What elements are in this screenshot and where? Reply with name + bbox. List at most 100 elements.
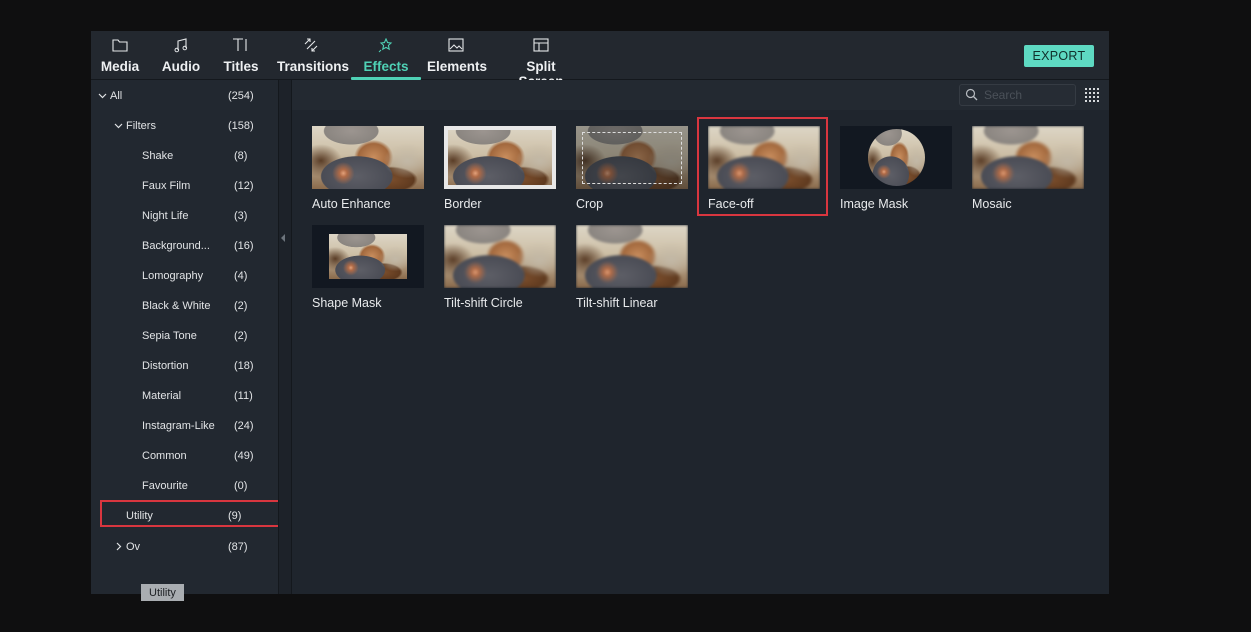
effect-label: Image Mask — [840, 197, 909, 211]
effect-thumbnail — [444, 225, 556, 288]
collapse-arrow-icon[interactable] — [281, 234, 285, 242]
sparkle-icon — [351, 37, 421, 58]
effect-thumbnail — [576, 126, 688, 189]
search-icon — [965, 88, 978, 106]
transition-arrows-icon — [277, 38, 345, 58]
effect-label: Mosaic — [972, 197, 1012, 211]
effect-thumbnail — [840, 126, 952, 189]
sidebar-item-label: Distortion — [142, 360, 189, 372]
effects-library: Search Auto Enhance Border Crop Face-off Ima… — [292, 80, 1109, 594]
sidebar-item-label: Instagram-Like — [142, 420, 215, 432]
sidebar-item-label: Sepia Tone — [142, 330, 197, 342]
image-icon — [427, 38, 485, 58]
sidebar-item-count: (8) — [234, 150, 248, 162]
music-note-icon — [161, 38, 201, 58]
effect-thumbnail — [972, 126, 1084, 189]
sidebar-item-sepia-tone[interactable]: Sepia Tone (2) — [91, 322, 278, 352]
sidebar-item-count: (4) — [234, 270, 248, 282]
sidebar-item-shake[interactable]: Shake (8) — [91, 142, 278, 172]
sidebar-item-label: Material — [142, 390, 182, 402]
tab-titles[interactable]: Titles — [222, 31, 260, 79]
effect-item-image-mask[interactable]: Image Mask — [829, 126, 952, 221]
sidebar-item-material[interactable]: Material (11) — [91, 382, 278, 412]
sidebar-item-label: Night Life — [142, 210, 189, 222]
sidebar-item-count: (49) — [234, 450, 254, 462]
sidebar-item-favourite[interactable]: Favourite (0) — [91, 472, 278, 502]
effect-label: Tilt-shift Linear — [576, 296, 658, 310]
effect-item-mosaic[interactable]: Mosaic — [961, 126, 1084, 221]
sidebar-item-ov[interactable]: Ov (87) — [91, 533, 278, 563]
effect-thumbnail — [444, 126, 556, 189]
effect-label: Crop — [576, 197, 604, 211]
effect-label: Auto Enhance — [312, 197, 391, 211]
sidebar-item-lomography[interactable]: Lomography (4) — [91, 262, 278, 292]
sidebar-item-label: Lomography — [142, 270, 204, 282]
sidebar-item-count: (2) — [234, 330, 248, 342]
chevron-down-icon[interactable] — [98, 91, 107, 103]
folder-icon — [99, 38, 141, 58]
sidebar-item-label: Faux Film — [142, 180, 191, 192]
sidebar-item-label: Background... — [142, 240, 210, 252]
sidebar-item-count: (158) — [228, 120, 254, 132]
chevron-down-icon[interactable] — [114, 121, 123, 133]
sidebar-item-label: Ov — [126, 541, 141, 553]
search-input[interactable]: Search — [959, 84, 1076, 106]
tab-transitions[interactable]: Transitions — [277, 31, 349, 79]
effect-item-tilt-shift-circle[interactable]: Tilt-shift Circle — [433, 225, 556, 320]
sidebar-item-black-white[interactable]: Black & White (2) — [91, 292, 278, 322]
tab-split-screen[interactable]: Split Screen — [503, 31, 579, 89]
effect-item-border[interactable]: Border — [433, 126, 556, 221]
sidebar-item-count: (3) — [234, 210, 248, 222]
media-toolbar: Media Audio Titles Transitions Effects E… — [91, 31, 1109, 89]
sidebar-item-count: (24) — [234, 420, 254, 432]
editor-window: Media Audio Titles Transitions Effects E… — [91, 31, 1109, 601]
effect-item-crop[interactable]: Crop — [565, 126, 688, 221]
sidebar-item-count: (12) — [234, 180, 254, 192]
tooltip: Utility — [141, 584, 184, 601]
sidebar-item-count: (11) — [234, 390, 253, 402]
sidebar-item-count: (254) — [228, 90, 254, 102]
sidebar-item-filters[interactable]: Filters (158) — [91, 112, 278, 142]
sidebar-item-common[interactable]: Common (49) — [91, 442, 278, 472]
effect-label: Tilt-shift Circle — [444, 296, 523, 310]
sidebar-item-label: All — [110, 90, 123, 102]
sidebar-item-faux-film[interactable]: Faux Film (12) — [91, 172, 278, 202]
sidebar-item-count: (16) — [234, 240, 254, 252]
layout-icon — [503, 38, 579, 58]
effect-label: Border — [444, 197, 482, 211]
tab-media[interactable]: Media — [99, 31, 141, 79]
chevron-right-icon[interactable] — [114, 542, 123, 554]
sidebar-item-label: Shake — [142, 150, 174, 162]
tab-elements[interactable]: Elements — [427, 31, 487, 79]
sidebar-item-count: (87) — [228, 541, 248, 553]
export-button[interactable]: EXPORT — [1024, 45, 1094, 67]
effect-thumbnail — [312, 225, 424, 288]
sidebar-item-count: (2) — [234, 300, 248, 312]
sidebar-item-all[interactable]: All (254) — [91, 82, 278, 112]
sidebar-item-count: (0) — [234, 480, 248, 492]
sidebar-item-background[interactable]: Background... (16) — [91, 232, 278, 262]
sidebar-item-instagram-like[interactable]: Instagram-Like (24) — [91, 412, 278, 442]
library-topbar: Search — [292, 80, 1109, 110]
effect-thumbnail — [576, 225, 688, 288]
effect-item-shape-mask[interactable]: Shape Mask — [301, 225, 424, 320]
sidebar-item-count: (18) — [234, 360, 254, 372]
text-cursor-icon — [222, 38, 260, 58]
effect-item-auto-enhance[interactable]: Auto Enhance — [301, 126, 424, 221]
panel-splitter[interactable] — [278, 80, 292, 594]
effect-label: Shape Mask — [312, 296, 382, 310]
effect-item-tilt-shift-linear[interactable]: Tilt-shift Linear — [565, 225, 688, 320]
tab-audio[interactable]: Audio — [161, 31, 201, 79]
effect-item-face-off[interactable]: Face-off — [697, 117, 828, 221]
sidebar-item-label: Favourite — [142, 480, 188, 492]
sidebar-item-distortion[interactable]: Distortion (18) — [91, 352, 278, 382]
grid-view-icon[interactable] — [1085, 88, 1099, 102]
effects-category-sidebar: All (254) Filters (158) Shake (8) Faux Film (12… — [91, 80, 280, 601]
tab-effects[interactable]: Effects — [351, 31, 421, 80]
sidebar-item-label: Common — [142, 450, 187, 462]
utility-highlight-box — [100, 500, 280, 527]
sidebar-item-night-life[interactable]: Night Life (3) — [91, 202, 278, 232]
effect-thumbnail — [312, 126, 424, 189]
face-off-highlight-box — [697, 117, 828, 216]
sidebar-item-label: Filters — [126, 120, 156, 132]
